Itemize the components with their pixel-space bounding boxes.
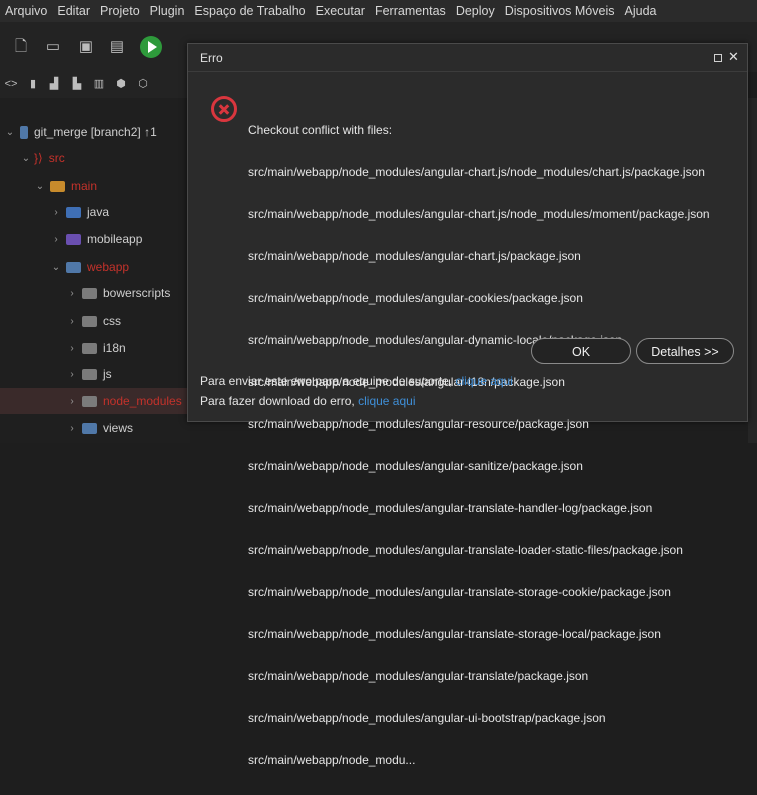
save-all-icon[interactable]: ▤ — [108, 38, 126, 56]
tree-item-label: js — [103, 367, 112, 381]
folder-icon — [82, 287, 97, 299]
tree-item-project[interactable]: ⌄ git_merge [branch2] ↑1 — [0, 119, 194, 145]
run-icon[interactable] — [140, 36, 162, 58]
chevron-right-icon[interactable]: › — [50, 234, 62, 245]
details-button[interactable]: Detalhes >> — [636, 338, 734, 364]
web-folder-icon — [66, 261, 81, 273]
message-line: src/main/webapp/node_modules/angular-tra… — [248, 501, 653, 515]
open-folder-icon[interactable]: ▭ — [44, 38, 62, 56]
folder-icon — [50, 180, 65, 192]
tree-item-label: css — [103, 314, 121, 328]
new-file-icon[interactable]: 🗋 — [12, 38, 30, 56]
tree-item-label: main — [71, 179, 98, 193]
chevron-down-icon[interactable]: ⌄ — [34, 181, 46, 192]
message-line: src/main/webapp/node_modu... — [248, 753, 416, 767]
chart-icon[interactable]: ▟ — [47, 76, 61, 92]
message-line: src/main/webapp/node_modules/angular-coo… — [248, 291, 583, 305]
message-line: src/main/webapp/node_modules/angular-ui-… — [248, 711, 606, 725]
chevron-right-icon[interactable]: › — [66, 423, 78, 434]
source-folder-icon: }⟩ — [34, 151, 43, 165]
file-icon[interactable]: ▮ — [26, 76, 40, 92]
maximize-icon[interactable] — [714, 54, 722, 62]
menu-ferramentas[interactable]: Ferramentas — [370, 4, 451, 18]
support-link[interactable]: clique aqui — [456, 374, 513, 388]
tree-item-label: bowerscripts — [103, 286, 171, 300]
ok-button[interactable]: OK — [531, 338, 631, 364]
editor-area — [748, 98, 757, 443]
dialog-title-bar[interactable]: Erro ✕ — [188, 44, 747, 72]
chevron-down-icon[interactable]: ⌄ — [50, 262, 62, 273]
tree-item-node-modules[interactable]: › node_modules — [0, 388, 190, 414]
download-text: Para fazer download do erro, — [200, 394, 355, 408]
tree-item-label: webapp — [87, 260, 130, 274]
chevron-right-icon[interactable]: › — [66, 288, 78, 299]
project-explorer: ⌄ git_merge [branch2] ↑1 ⌄ }⟩ src ⌄ main… — [0, 98, 190, 443]
download-line: Para fazer download do erro, clique aqui — [200, 394, 415, 408]
chevron-right-icon[interactable]: › — [66, 343, 78, 354]
menu-bar: Arquivo Editar Projeto Plugin Espaço de … — [0, 0, 757, 22]
menu-arquivo[interactable]: Arquivo — [0, 4, 52, 18]
download-link[interactable]: clique aqui — [358, 394, 415, 408]
message-line: src/main/webapp/node_modules/angular-tra… — [248, 627, 661, 641]
menu-plugin[interactable]: Plugin — [145, 4, 190, 18]
menu-ajuda[interactable]: Ajuda — [620, 4, 662, 18]
html5-icon[interactable]: ⬢ — [114, 76, 128, 92]
layers-icon[interactable]: ▙ — [70, 76, 84, 92]
error-icon — [211, 96, 237, 122]
tree-item-label: i18n — [103, 341, 126, 355]
tree-item-src[interactable]: ⌄ }⟩ src — [0, 145, 210, 171]
support-text: Para enviar este erro para a equipe de s… — [200, 374, 453, 388]
chevron-down-icon[interactable]: ⌄ — [20, 153, 32, 164]
message-line: src/main/webapp/node_modules/angular-tra… — [248, 543, 683, 557]
tree-item-label: mobileapp — [87, 232, 143, 246]
views-folder-icon — [82, 422, 97, 434]
message-line: src/main/webapp/node_modules/angular-res… — [248, 417, 589, 431]
menu-executar[interactable]: Executar — [311, 4, 370, 18]
error-dialog: Erro ✕ Checkout conflict with files: src… — [187, 43, 748, 767]
server-icon[interactable]: ▥ — [92, 76, 106, 92]
error-message: Checkout conflict with files: src/main/w… — [248, 95, 738, 795]
chevron-right-icon[interactable]: › — [66, 316, 78, 327]
menu-dispositivos-moveis[interactable]: Dispositivos Móveis — [500, 4, 620, 18]
chevron-down-icon[interactable]: ⌄ — [4, 127, 16, 138]
message-line: Checkout conflict with files: — [248, 123, 393, 137]
menu-espaco-de-trabalho[interactable]: Espaço de Trabalho — [189, 4, 310, 18]
chevron-right-icon[interactable]: › — [66, 396, 78, 407]
tree-item-label: java — [87, 205, 110, 219]
support-line: Para enviar este erro para a equipe de s… — [200, 374, 513, 388]
tree-item-label: src — [48, 151, 65, 165]
secondary-toolbar: <> ▮ ▟ ▙ ▥ ⬢ ⬡ — [0, 72, 190, 98]
folder-icon — [82, 315, 97, 327]
folder-icon — [82, 395, 97, 407]
menu-projeto[interactable]: Projeto — [95, 4, 145, 18]
menu-editar[interactable]: Editar — [52, 4, 95, 18]
message-line: src/main/webapp/node_modules/angular-san… — [248, 459, 583, 473]
mobile-folder-icon — [66, 233, 81, 245]
save-icon[interactable]: ▣ — [77, 38, 95, 56]
close-icon[interactable]: ✕ — [728, 49, 739, 65]
menu-deploy[interactable]: Deploy — [451, 4, 500, 18]
folder-icon — [82, 368, 97, 380]
message-line: src/main/webapp/node_modules/angular-tra… — [248, 669, 589, 683]
message-line: src/main/webapp/node_modules/angular-tra… — [248, 585, 671, 599]
css-icon[interactable]: ⬡ — [136, 76, 150, 92]
chevron-right-icon[interactable]: › — [66, 369, 78, 380]
project-label: git_merge [branch2] ↑1 — [34, 125, 157, 139]
project-icon — [20, 125, 28, 139]
tree-item-label: views — [103, 421, 134, 435]
chevron-right-icon[interactable]: › — [50, 207, 62, 218]
message-line: src/main/webapp/node_modules/angular-cha… — [248, 249, 581, 263]
tree-item-label: node_modules — [103, 394, 182, 408]
message-line: src/main/webapp/node_modules/angular-cha… — [248, 207, 710, 221]
code-icon[interactable]: <> — [4, 76, 18, 92]
package-folder-icon — [66, 206, 81, 218]
dialog-title: Erro — [200, 51, 223, 65]
message-line: src/main/webapp/node_modules/angular-cha… — [248, 165, 705, 179]
folder-icon — [82, 342, 97, 354]
